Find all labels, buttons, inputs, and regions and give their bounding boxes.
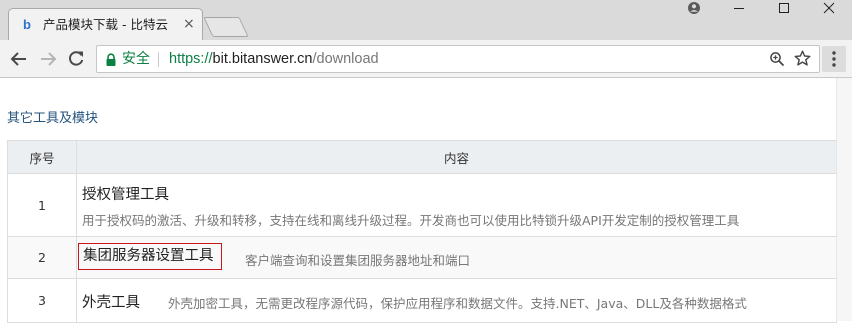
new-tab-button[interactable] — [203, 17, 249, 37]
tool-description: 客户端查询和设置集团服务器地址和端口 — [245, 253, 471, 268]
modules-table: 序号 内容 1 授权管理工具 用于授权码的激活、升级和转移，支持在线和离线升级过… — [7, 140, 837, 323]
table-header-row: 序号 内容 — [7, 140, 837, 174]
section-title: 其它工具及模块 — [7, 111, 99, 126]
bookmark-star-icon[interactable] — [794, 50, 811, 67]
minimize-icon[interactable] — [724, 0, 754, 18]
lock-icon[interactable] — [104, 52, 118, 66]
table-row: 2 集团服务器设置工具 客户端查询和设置集团服务器地址和端口 — [7, 236, 837, 279]
site-favicon-icon: b — [23, 17, 31, 32]
tool-description: 外壳加密工具，无需更改程序源代码，保护应用程序和数据文件。支持.NET、Java… — [168, 296, 747, 311]
profile-icon[interactable] — [679, 0, 709, 18]
window-close-icon[interactable] — [814, 0, 844, 18]
address-bar[interactable]: 安全 https://bit.bitanswer.cn/download — [96, 45, 820, 73]
table-row: 1 授权管理工具 用于授权码的激活、升级和转移，支持在线和离线升级过程。开发商也… — [7, 173, 837, 237]
reload-icon[interactable] — [66, 49, 86, 69]
tool-name-link[interactable]: 外壳工具 — [82, 291, 140, 312]
secure-label[interactable]: 安全 — [122, 51, 150, 68]
url-scheme: https:// — [169, 51, 213, 67]
row-number: 1 — [7, 173, 77, 237]
table-row: 3 外壳工具 外壳加密工具，无需更改程序源代码，保护应用程序和数据文件。支持.N… — [7, 278, 837, 323]
tab-close-icon[interactable]: × — [183, 16, 195, 32]
row-number: 3 — [7, 278, 77, 323]
row-content: 外壳工具 外壳加密工具，无需更改程序源代码，保护应用程序和数据文件。支持.NET… — [76, 278, 837, 323]
tool-name-link-highlighted[interactable]: 集团服务器设置工具 — [78, 243, 222, 270]
forward-arrow-icon[interactable] — [38, 49, 58, 69]
maximize-icon[interactable] — [769, 0, 799, 18]
header-content: 内容 — [76, 140, 837, 174]
tool-name-link[interactable]: 授权管理工具 — [82, 183, 169, 204]
page-content: 其它工具及模块 序号 内容 1 授权管理工具 用于授权码的激活、升级和转移，支持… — [0, 78, 852, 323]
browser-toolbar: 安全 https://bit.bitanswer.cn/download — [0, 40, 852, 78]
header-no: 序号 — [7, 140, 77, 174]
browser-title-bar: b 产品模块下载 - 比特云 × — [0, 0, 852, 40]
row-number: 2 — [7, 236, 77, 279]
back-arrow-icon[interactable] — [9, 49, 29, 69]
browser-tab[interactable]: b 产品模块下载 - 比特云 × — [8, 8, 203, 40]
url-path: /download — [312, 51, 379, 67]
row-content: 授权管理工具 用于授权码的激活、升级和转移，支持在线和离线升级过程。开发商也可以… — [76, 173, 837, 237]
tab-title: 产品模块下载 - 比特云 — [43, 17, 168, 32]
zoom-icon[interactable] — [769, 51, 785, 67]
browser-menu-icon[interactable] — [822, 46, 846, 72]
url-host: bit.bitanswer.cn — [212, 51, 313, 67]
address-divider — [158, 52, 159, 67]
row-content: 集团服务器设置工具 客户端查询和设置集团服务器地址和端口 — [76, 236, 837, 279]
url-text[interactable]: https://bit.bitanswer.cn/download — [169, 51, 379, 68]
vertical-scrollbar[interactable] — [836, 78, 852, 321]
tool-description: 用于授权码的激活、升级和转移，支持在线和离线升级过程。开发商也可以使用比特锁升级… — [82, 213, 740, 228]
